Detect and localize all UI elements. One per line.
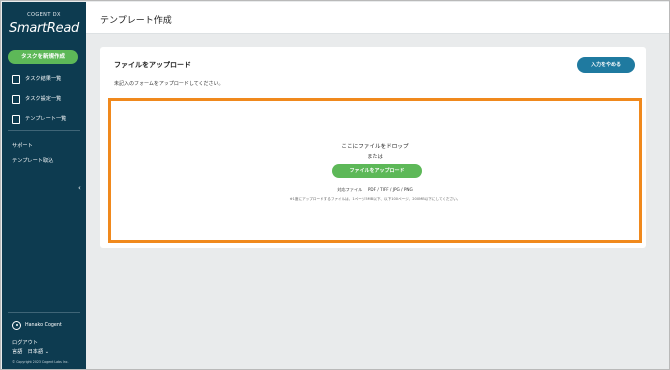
support-link[interactable]: サポート xyxy=(12,142,33,149)
user-avatar-icon xyxy=(12,321,21,330)
collapse-sidebar-icon[interactable]: ‹ xyxy=(78,184,81,192)
new-task-button[interactable]: タスクを新規作成 xyxy=(8,50,78,64)
template-icon xyxy=(12,114,20,124)
sidebar-item-label: タスク設定一覧 xyxy=(25,96,62,102)
sidebar-item-task-settings[interactable]: タスク設定一覧 xyxy=(12,94,61,104)
upload-note: ※1度にアップロードするファイルは、1ページ5MB以下、以下100ページ、200… xyxy=(289,197,461,201)
stop-input-button[interactable]: 入力をやめる xyxy=(577,57,635,73)
page-title: テンプレート作成 xyxy=(100,16,172,26)
sidebar: COGENT DX SmartRead タスクを新規作成 タスク結果一覧 タスク… xyxy=(2,2,86,369)
brand-logo[interactable]: SmartRead xyxy=(2,21,86,36)
page-header: テンプレート作成 xyxy=(86,2,669,34)
user-profile[interactable]: Hanako Cogent xyxy=(12,321,62,330)
language-selector[interactable]: 言語 日本語 ⌄ xyxy=(12,348,49,355)
supported-formats: 対応ファイル PDF / TIFF / JPG / PNG xyxy=(337,187,413,192)
sidebar-item-label: テンプレート一覧 xyxy=(25,116,67,122)
document-icon xyxy=(12,74,20,84)
file-dropzone[interactable]: ここにファイルをドロップ または ファイルをアップロード 対応ファイル PDF … xyxy=(108,98,642,243)
sidebar-item-task-results[interactable]: タスク結果一覧 xyxy=(12,74,61,84)
sidebar-divider xyxy=(8,312,80,313)
user-name: Hanako Cogent xyxy=(25,323,62,328)
template-import-link[interactable]: テンプレート取込 xyxy=(12,157,53,164)
card-title: ファイルをアップロード xyxy=(114,61,191,69)
sidebar-item-label: タスク結果一覧 xyxy=(25,76,62,82)
card-description: 未記入のフォームをアップロードしてください。 xyxy=(114,81,224,87)
logout-link[interactable]: ログアウト xyxy=(12,339,38,346)
dropzone-or: または xyxy=(367,154,383,160)
settings-document-icon xyxy=(12,94,20,104)
sidebar-divider xyxy=(8,130,80,131)
copyright-text: © Copyright 2023 Cogent Labs Inc. xyxy=(12,360,69,364)
upload-file-button[interactable]: ファイルをアップロード xyxy=(332,164,422,178)
brand-company: COGENT DX xyxy=(27,12,61,18)
sidebar-item-templates[interactable]: テンプレート一覧 xyxy=(12,114,66,124)
dropzone-title: ここにファイルをドロップ xyxy=(341,144,409,150)
app-window: COGENT DX SmartRead タスクを新規作成 タスク結果一覧 タスク… xyxy=(0,0,670,370)
